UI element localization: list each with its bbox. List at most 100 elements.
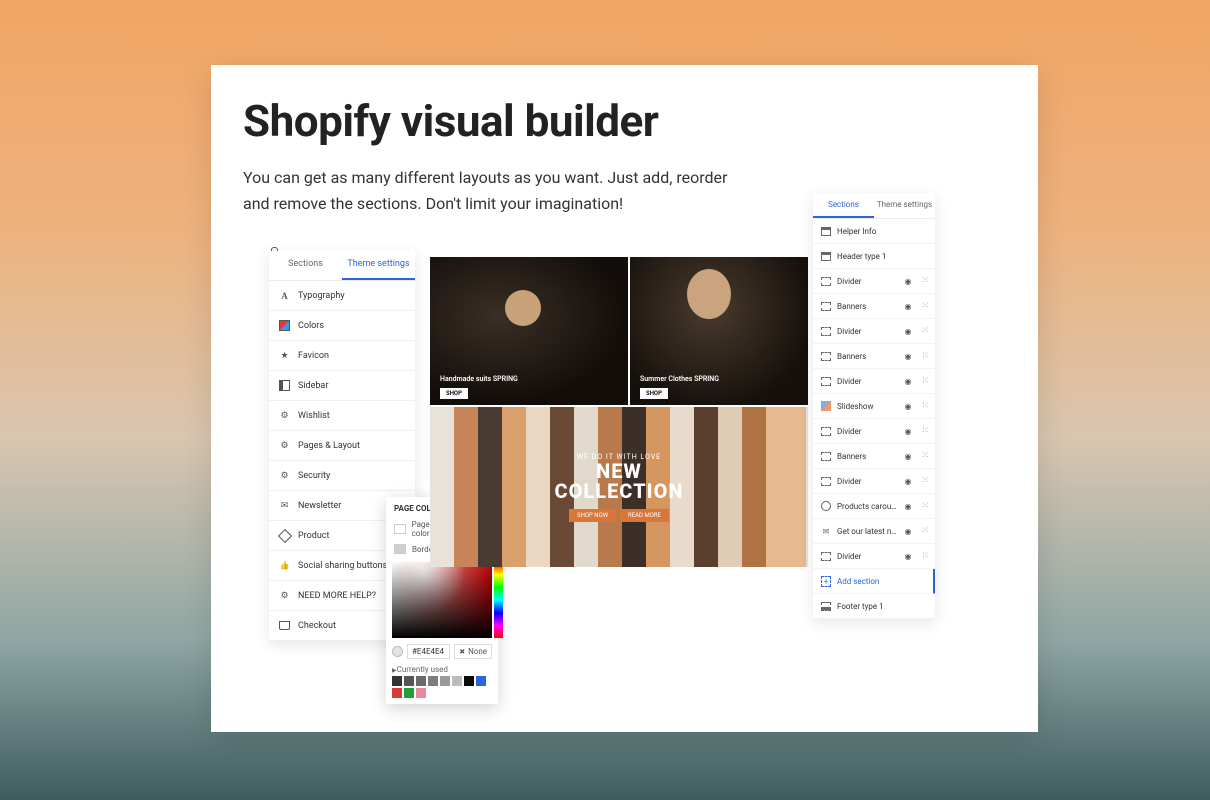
drag-handle-icon[interactable]: ⁙ — [921, 526, 927, 536]
visibility-icon[interactable]: ◉ — [904, 452, 911, 461]
preview-banner-left[interactable]: Handmade suits SPRING SHOP — [430, 257, 628, 405]
visibility-icon[interactable]: ◉ — [904, 377, 911, 386]
add-section-button[interactable]: Add section — [813, 569, 935, 594]
section-row[interactable]: Products carousel◉⁙ — [813, 494, 935, 519]
drag-handle-icon[interactable]: ⁙ — [921, 401, 927, 411]
hero-title-line2: COLLECTION — [555, 481, 684, 501]
none-button[interactable]: None — [454, 644, 492, 659]
hero-title-line1: NEW — [596, 461, 642, 481]
section-row[interactable]: Divider◉⁙ — [813, 369, 935, 394]
section-row[interactable]: Get our latest new...◉⁙ — [813, 519, 935, 544]
drag-handle-icon[interactable]: ⁙ — [921, 551, 927, 561]
preview-banner-right[interactable]: Summer Clothes SPRING SHOP — [630, 257, 808, 405]
color-gradient-picker[interactable] — [392, 562, 492, 638]
section-icon — [821, 376, 831, 386]
drag-handle-icon[interactable]: ⁙ — [921, 501, 927, 511]
theme-setting-row[interactable]: Sidebar — [269, 371, 415, 401]
visibility-icon[interactable]: ◉ — [904, 477, 911, 486]
section-row[interactable]: Divider◉⁙ — [813, 544, 935, 569]
visibility-icon[interactable]: ◉ — [904, 402, 911, 411]
section-row-fixed[interactable]: Helper Info — [813, 219, 935, 244]
visibility-icon[interactable]: ◉ — [904, 327, 911, 336]
visibility-icon[interactable]: ◉ — [904, 352, 911, 361]
section-row[interactable]: Banners ◉ ⁙ — [813, 444, 935, 469]
section-icon — [821, 426, 831, 436]
section-label: Slideshow — [837, 402, 898, 411]
section-row[interactable]: Banners◉⁙ — [813, 344, 935, 369]
checkout-icon — [279, 620, 290, 631]
drag-handle-icon[interactable]: ⁙ — [921, 326, 927, 336]
right-tabs: Sections Theme settings — [813, 193, 935, 219]
section-row[interactable]: Divider◉⁙ — [813, 469, 935, 494]
drag-handle-icon[interactable]: ⁙ — [921, 426, 927, 436]
theme-setting-row[interactable]: Typography — [269, 281, 415, 311]
section-row[interactable]: Divider ◉ ⁙ — [813, 319, 935, 344]
color-swatch[interactable] — [404, 688, 414, 698]
banner-caption: Summer Clothes SPRING — [640, 375, 719, 383]
section-row[interactable]: Divider ◉ ⁙ — [813, 269, 935, 294]
news-icon — [279, 500, 290, 511]
drag-handle-icon[interactable]: ⁙ — [921, 476, 927, 486]
section-row[interactable]: Slideshow ◉ ⁙ — [813, 394, 935, 419]
color-swatch[interactable] — [476, 676, 486, 686]
color-swatch[interactable] — [416, 676, 426, 686]
visibility-icon[interactable]: ◉ — [904, 527, 911, 536]
drag-handle-icon[interactable]: ⁙ — [921, 376, 927, 386]
color-swatch[interactable] — [452, 676, 462, 686]
section-row[interactable]: Banners ◉ ⁙ — [813, 294, 935, 319]
section-row-fixed[interactable]: Header type 1 — [813, 244, 935, 269]
hex-input[interactable]: #E4E4E4 — [407, 644, 450, 659]
section-icon — [821, 351, 831, 361]
preview-hero[interactable]: WE DO IT WITH LOVE NEW COLLECTION SHOP N… — [430, 407, 808, 567]
section-label: Divider — [837, 277, 898, 286]
color-swatch[interactable] — [392, 676, 402, 686]
color-swatch[interactable] — [464, 676, 474, 686]
shop-button[interactable]: SHOP — [440, 388, 468, 399]
section-label: Header type 1 — [837, 252, 927, 261]
section-row-footer[interactable]: Footer type 1 — [813, 594, 935, 619]
tab-sections-left[interactable]: Sections — [269, 250, 342, 280]
color-swatch[interactable] — [416, 688, 426, 698]
tab-theme-settings-left[interactable]: Theme settings — [342, 250, 415, 280]
add-section-label: Add section — [837, 577, 925, 586]
drag-handle-icon[interactable]: ⁙ — [921, 276, 927, 286]
bg-color-swatch — [394, 524, 406, 534]
currently-used-label[interactable]: Currently used — [386, 659, 498, 676]
shop-now-button[interactable]: SHOP NOW — [569, 509, 616, 522]
theme-setting-row[interactable]: Favicon — [269, 341, 415, 371]
visibility-icon[interactable]: ◉ — [904, 302, 911, 311]
color-swatch[interactable] — [428, 676, 438, 686]
read-more-button[interactable]: READ MORE — [620, 509, 669, 522]
visibility-icon[interactable]: ◉ — [904, 277, 911, 286]
section-label: Divider — [837, 327, 898, 336]
drag-handle-icon[interactable]: ⁙ — [921, 301, 927, 311]
hue-slider[interactable] — [494, 562, 503, 638]
help-icon — [279, 590, 290, 601]
drag-handle-icon[interactable]: ⁙ — [921, 351, 927, 361]
tab-sections-right[interactable]: Sections — [813, 193, 874, 218]
product-icon — [279, 530, 290, 541]
tab-theme-settings-right[interactable]: Theme settings — [874, 193, 935, 218]
color-swatch[interactable] — [392, 688, 402, 698]
color-swatch[interactable] — [404, 676, 414, 686]
drag-handle-icon[interactable]: ⁙ — [921, 451, 927, 461]
theme-setting-row[interactable]: Colors — [269, 311, 415, 341]
theme-setting-row[interactable]: Pages & Layout — [269, 431, 415, 461]
section-label: Banners — [837, 452, 898, 461]
section-label: Banners — [837, 302, 898, 311]
banner-caption: Handmade suits SPRING — [440, 375, 518, 383]
theme-setting-label: Security — [298, 471, 405, 481]
theme-setting-row[interactable]: Wishlist — [269, 401, 415, 431]
visibility-icon[interactable]: ◉ — [904, 427, 911, 436]
color-swatch[interactable] — [440, 676, 450, 686]
visibility-icon[interactable]: ◉ — [904, 502, 911, 511]
shop-button[interactable]: SHOP — [640, 388, 668, 399]
pages-icon — [279, 440, 290, 451]
theme-setting-label: Typography — [298, 291, 405, 301]
section-row[interactable]: Divider◉⁙ — [813, 419, 935, 444]
theme-setting-row[interactable]: Security — [269, 461, 415, 491]
visibility-icon[interactable]: ◉ — [904, 552, 911, 561]
theme-setting-label: Colors — [298, 321, 405, 331]
sidebar-icon — [279, 380, 290, 391]
section-icon — [821, 226, 831, 236]
